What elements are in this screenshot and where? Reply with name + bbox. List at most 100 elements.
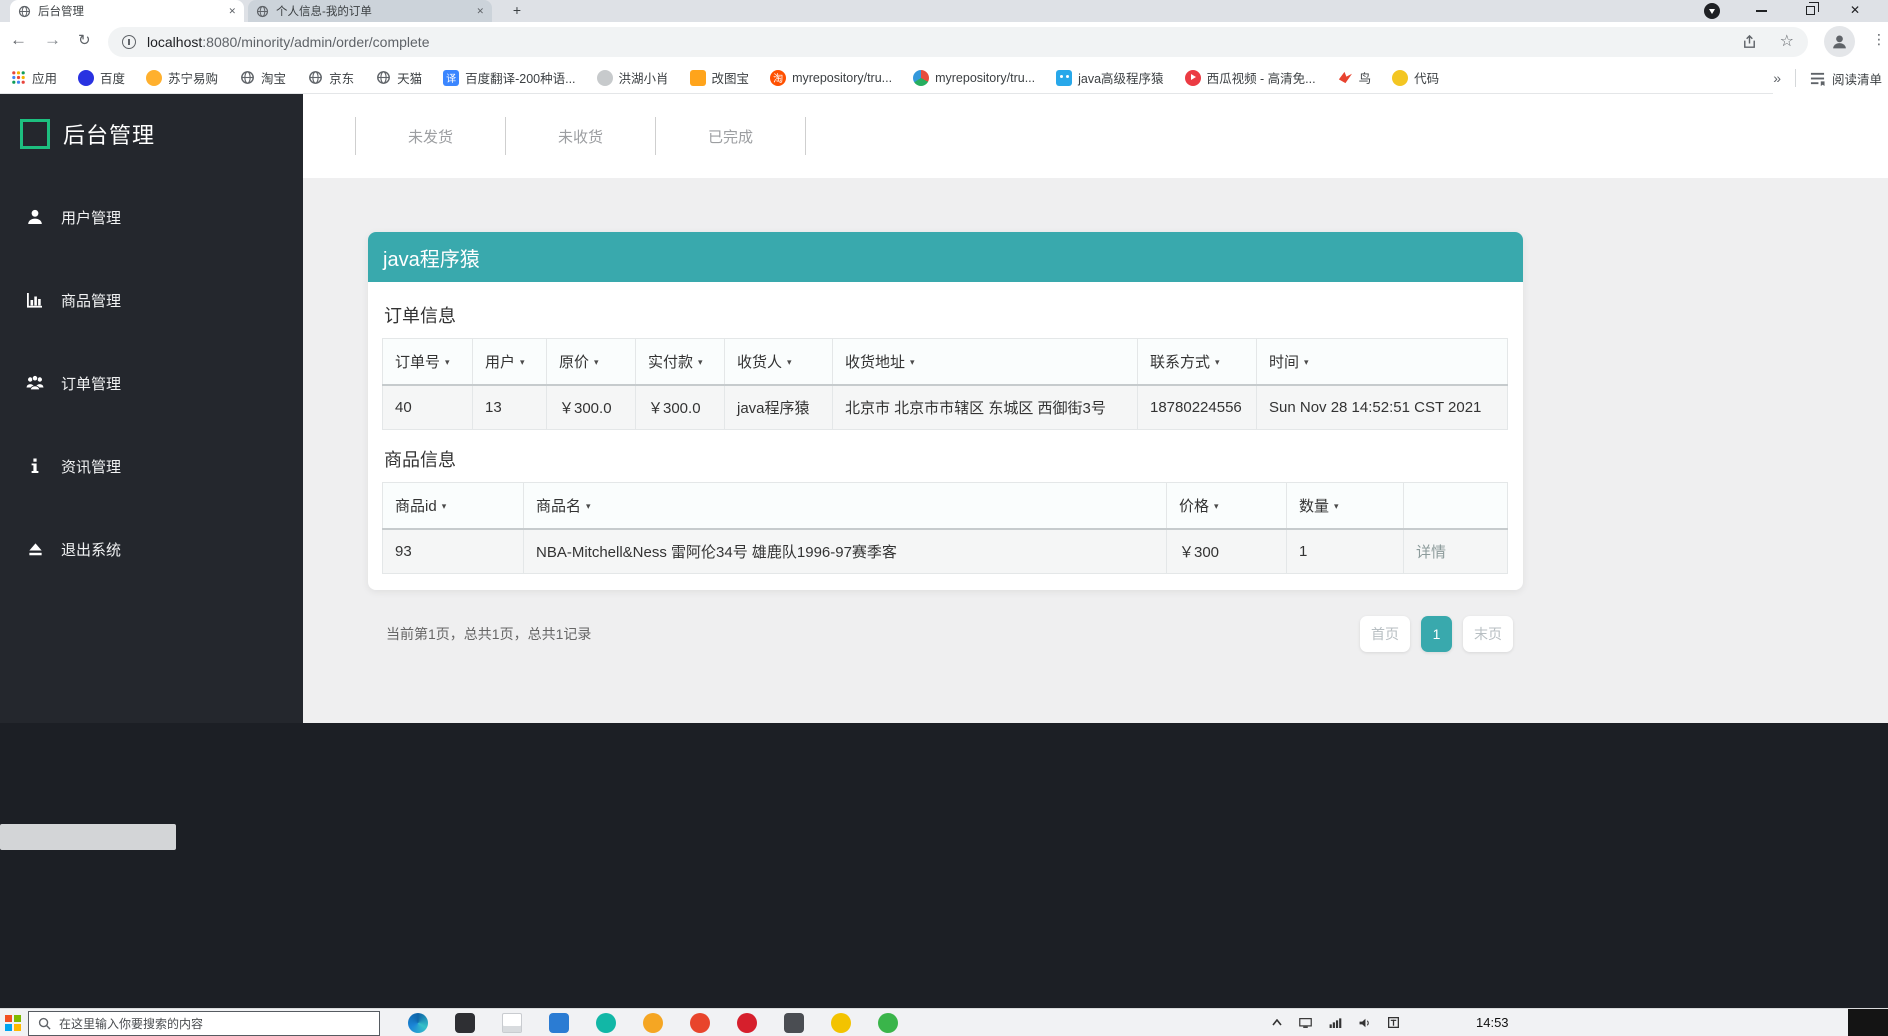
taobao-icon: 淘	[770, 69, 787, 86]
browser-menu-icon[interactable]: ⋮	[1872, 31, 1886, 48]
sketch-icon	[596, 69, 613, 86]
taskbar-app-icon[interactable]	[831, 1013, 851, 1033]
sidebar-item-news[interactable]: 资讯管理	[0, 449, 303, 483]
taskbar-apps	[408, 1013, 925, 1033]
column-header[interactable]: 用户 ▾	[472, 338, 547, 386]
taskbar-tray	[1272, 1017, 1416, 1028]
taskbar-app-icon[interactable]	[549, 1013, 569, 1033]
column-header[interactable]: 收货人 ▾	[724, 338, 833, 386]
windows-start-icon[interactable]	[5, 1015, 21, 1031]
bookmark-item[interactable]: 淘宝	[239, 68, 286, 87]
product-section-title: 商品信息	[384, 450, 456, 470]
bookmark-item[interactable]: 天猫	[375, 68, 422, 87]
bookmark-item[interactable]: 京东	[307, 68, 354, 87]
column-header[interactable]: 联系方式 ▾	[1137, 338, 1257, 386]
column-header[interactable]: 商品名 ▾	[523, 482, 1167, 530]
bookmark-item[interactable]: java高级程序猿	[1056, 68, 1164, 87]
admin-sidebar: 后台管理 用户管理 商品管理 订单管理 资讯管理 退出系统	[0, 94, 303, 723]
bookmark-item[interactable]: 苏宁易购	[146, 68, 218, 87]
bookmark-item[interactable]: 改图宝	[689, 68, 749, 87]
bookmark-item[interactable]: 百度	[78, 68, 125, 87]
taskbar-app-icon[interactable]	[878, 1013, 898, 1033]
tray-input-icon[interactable]	[1388, 1017, 1399, 1028]
browser-tab-orders[interactable]: 个人信息-我的订单 ✕	[248, 0, 492, 22]
search-icon	[38, 1017, 51, 1030]
sidebar-item-orders[interactable]: 订单管理	[0, 366, 303, 400]
column-header[interactable]: 原价 ▾	[546, 338, 636, 386]
column-header[interactable]: 商品id ▾	[382, 482, 524, 530]
back-icon[interactable]: ←	[10, 30, 27, 50]
column-header[interactable]: 订单号 ▾	[382, 338, 473, 386]
tab-completed[interactable]: 已完成	[656, 126, 805, 147]
column-header[interactable]: 实付款 ▾	[635, 338, 725, 386]
bookmark-item[interactable]: 鸟	[1337, 68, 1371, 87]
browser-tab-admin[interactable]: 后台管理 ✕	[10, 0, 244, 22]
bookmark-item[interactable]: 洪湖小肖	[596, 68, 669, 87]
taskbar-app-icon[interactable]	[502, 1013, 522, 1033]
globe-icon	[307, 70, 323, 86]
window-minimize-button[interactable]	[1756, 10, 1767, 12]
taskbar-app-icon[interactable]	[455, 1013, 475, 1033]
eject-icon	[25, 539, 45, 559]
repository-icon	[913, 69, 930, 86]
taskbar-app-icon[interactable]	[784, 1013, 804, 1033]
taskbar-app-icon[interactable]	[408, 1013, 428, 1033]
sidebar-item-products[interactable]: 商品管理	[0, 283, 303, 317]
reload-icon[interactable]: ↻	[78, 31, 91, 49]
last-page-button[interactable]: 末页	[1463, 616, 1513, 652]
page-1-button[interactable]: 1	[1421, 616, 1452, 652]
column-header[interactable]: 时间 ▾	[1256, 338, 1508, 386]
column-header[interactable]: 数量 ▾	[1286, 482, 1404, 530]
tray-chevron-icon[interactable]	[1272, 1019, 1282, 1026]
tab-not-received[interactable]: 未收货	[506, 126, 655, 147]
bookmark-item[interactable]: myrepository/tru...	[913, 69, 1035, 86]
taskbar-search-box[interactable]: 在这里输入你要搜索的内容	[28, 1011, 380, 1036]
window-maximize-button[interactable]	[1806, 2, 1820, 15]
browser-update-icon[interactable]	[1704, 3, 1720, 19]
bookmark-item[interactable]: 淘 myrepository/tru...	[770, 69, 892, 86]
order-section-title: 订单信息	[384, 306, 456, 326]
order-card: java程序猿 订单信息 订单号 ▾ 用户 ▾ 原价 ▾ 实付款 ▾ 收货人 ▾ 收货地址…	[368, 232, 1523, 590]
url-text[interactable]: localhost:8080/minority/admin/order/comp…	[147, 34, 430, 50]
bookmark-star-icon[interactable]: ☆	[1780, 34, 1794, 50]
bookmark-item[interactable]: 西瓜视频 - 高清免...	[1184, 68, 1316, 87]
taskbar-app-icon[interactable]	[643, 1013, 663, 1033]
window-close-button[interactable]: ✕	[1850, 3, 1860, 17]
tab-close-icon[interactable]: ✕	[476, 6, 484, 17]
sidebar-item-users[interactable]: 用户管理	[0, 200, 303, 234]
translate-icon: 译	[443, 69, 460, 86]
bird-icon	[1337, 70, 1353, 86]
taskbar-corner[interactable]	[1848, 1009, 1888, 1036]
info-icon	[25, 456, 45, 476]
sort-caret-icon: ▾	[594, 356, 599, 367]
sidebar-item-logout[interactable]: 退出系统	[0, 532, 303, 566]
tray-volume-icon[interactable]	[1359, 1018, 1371, 1028]
profile-avatar[interactable]	[1824, 26, 1855, 57]
taskbar-app-icon[interactable]	[737, 1013, 757, 1033]
column-header[interactable]: 价格 ▾	[1166, 482, 1287, 530]
taskbar-app-icon[interactable]	[690, 1013, 710, 1033]
reading-list-label[interactable]: 阅读清单	[1832, 69, 1882, 88]
bookmark-item[interactable]: 代码	[1392, 68, 1439, 87]
column-header[interactable]: 收货地址 ▾	[832, 338, 1138, 386]
taskbar-clock[interactable]: 14:53	[1476, 1015, 1509, 1030]
bookmark-apps[interactable]: 应用	[10, 68, 57, 87]
globe-icon	[375, 70, 391, 86]
tab-close-icon[interactable]: ✕	[228, 6, 236, 17]
sort-caret-icon: ▾	[1334, 500, 1339, 511]
share-icon[interactable]	[1741, 34, 1758, 51]
new-tab-button[interactable]: +	[508, 2, 526, 20]
tray-display-icon[interactable]	[1299, 1017, 1312, 1028]
tab-not-shipped[interactable]: 未发货	[356, 126, 505, 147]
page-info-icon[interactable]	[122, 35, 136, 49]
bookmark-item[interactable]: 译 百度翻译-200种语...	[443, 68, 576, 87]
forward-icon[interactable]: →	[44, 30, 61, 50]
taskbar-app-icon[interactable]	[596, 1013, 616, 1033]
tray-network-icon[interactable]	[1329, 1017, 1342, 1028]
bookmarks-overflow-icon[interactable]: »	[1773, 70, 1781, 86]
first-page-button[interactable]: 首页	[1360, 616, 1410, 652]
detail-link[interactable]: 详情	[1416, 544, 1446, 561]
reading-list-icon	[1810, 70, 1826, 86]
address-bar[interactable]: localhost:8080/minority/admin/order/comp…	[108, 27, 1808, 57]
product-table-row: 93 NBA-Mitchell&Ness 雷阿伦34号 雄鹿队1996-97赛季…	[382, 528, 1508, 574]
